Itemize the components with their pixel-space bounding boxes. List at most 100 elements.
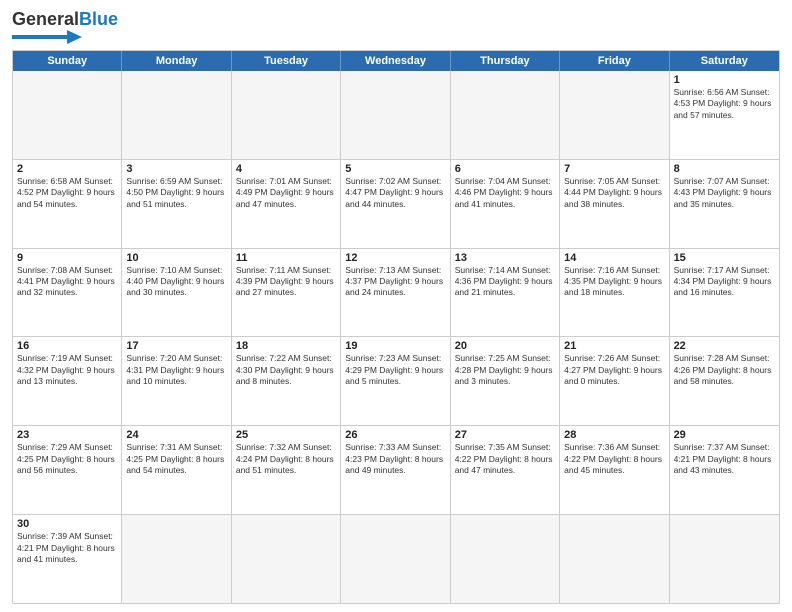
day-number: 23 (17, 429, 117, 441)
logo-blue: Blue (79, 9, 118, 29)
day-info: Sunrise: 6:58 AM Sunset: 4:52 PM Dayligh… (17, 176, 117, 210)
day-number: 2 (17, 163, 117, 175)
day-cell: 19Sunrise: 7:23 AM Sunset: 4:29 PM Dayli… (341, 337, 450, 425)
day-cell: 28Sunrise: 7:36 AM Sunset: 4:22 PM Dayli… (560, 426, 669, 514)
day-info: Sunrise: 7:05 AM Sunset: 4:44 PM Dayligh… (564, 176, 664, 210)
day-number: 12 (345, 252, 445, 264)
day-number: 30 (17, 518, 117, 530)
week-row: 2Sunrise: 6:58 AM Sunset: 4:52 PM Daylig… (13, 160, 779, 249)
day-cell (451, 71, 560, 159)
day-number: 24 (126, 429, 226, 441)
day-info: Sunrise: 7:17 AM Sunset: 4:34 PM Dayligh… (674, 265, 775, 299)
day-cell: 9Sunrise: 7:08 AM Sunset: 4:41 PM Daylig… (13, 249, 122, 337)
day-number: 16 (17, 340, 117, 352)
day-cell: 13Sunrise: 7:14 AM Sunset: 4:36 PM Dayli… (451, 249, 560, 337)
day-number: 17 (126, 340, 226, 352)
logo: GeneralBlue (12, 10, 118, 44)
day-info: Sunrise: 7:33 AM Sunset: 4:23 PM Dayligh… (345, 442, 445, 476)
day-cell: 15Sunrise: 7:17 AM Sunset: 4:34 PM Dayli… (670, 249, 779, 337)
day-cell: 11Sunrise: 7:11 AM Sunset: 4:39 PM Dayli… (232, 249, 341, 337)
day-cell (122, 71, 231, 159)
day-cell: 20Sunrise: 7:25 AM Sunset: 4:28 PM Dayli… (451, 337, 560, 425)
day-cell: 12Sunrise: 7:13 AM Sunset: 4:37 PM Dayli… (341, 249, 450, 337)
day-cell: 10Sunrise: 7:10 AM Sunset: 4:40 PM Dayli… (122, 249, 231, 337)
day-number: 29 (674, 429, 775, 441)
day-cell: 26Sunrise: 7:33 AM Sunset: 4:23 PM Dayli… (341, 426, 450, 514)
day-number: 15 (674, 252, 775, 264)
week-row: 23Sunrise: 7:29 AM Sunset: 4:25 PM Dayli… (13, 426, 779, 515)
day-number: 18 (236, 340, 336, 352)
day-number: 27 (455, 429, 555, 441)
day-cell (560, 71, 669, 159)
day-cell: 4Sunrise: 7:01 AM Sunset: 4:49 PM Daylig… (232, 160, 341, 248)
day-number: 1 (674, 74, 775, 86)
day-number: 10 (126, 252, 226, 264)
day-info: Sunrise: 7:13 AM Sunset: 4:37 PM Dayligh… (345, 265, 445, 299)
week-row: 1Sunrise: 6:56 AM Sunset: 4:53 PM Daylig… (13, 71, 779, 160)
day-info: Sunrise: 7:28 AM Sunset: 4:26 PM Dayligh… (674, 353, 775, 387)
day-number: 25 (236, 429, 336, 441)
day-number: 19 (345, 340, 445, 352)
day-headers: SundayMondayTuesdayWednesdayThursdayFrid… (13, 51, 779, 71)
day-info: Sunrise: 7:31 AM Sunset: 4:25 PM Dayligh… (126, 442, 226, 476)
day-number: 13 (455, 252, 555, 264)
day-cell: 6Sunrise: 7:04 AM Sunset: 4:46 PM Daylig… (451, 160, 560, 248)
day-number: 3 (126, 163, 226, 175)
day-cell: 22Sunrise: 7:28 AM Sunset: 4:26 PM Dayli… (670, 337, 779, 425)
day-number: 8 (674, 163, 775, 175)
day-info: Sunrise: 7:10 AM Sunset: 4:40 PM Dayligh… (126, 265, 226, 299)
week-row: 9Sunrise: 7:08 AM Sunset: 4:41 PM Daylig… (13, 249, 779, 338)
day-cell (341, 71, 450, 159)
logo-flag (12, 30, 82, 44)
day-header: Wednesday (341, 51, 450, 71)
day-info: Sunrise: 7:39 AM Sunset: 4:21 PM Dayligh… (17, 531, 117, 565)
day-info: Sunrise: 7:36 AM Sunset: 4:22 PM Dayligh… (564, 442, 664, 476)
day-cell (560, 515, 669, 603)
day-cell: 16Sunrise: 7:19 AM Sunset: 4:32 PM Dayli… (13, 337, 122, 425)
day-header: Sunday (13, 51, 122, 71)
day-number: 26 (345, 429, 445, 441)
day-cell: 14Sunrise: 7:16 AM Sunset: 4:35 PM Dayli… (560, 249, 669, 337)
day-number: 11 (236, 252, 336, 264)
day-number: 20 (455, 340, 555, 352)
page: GeneralBlue SundayMondayTuesdayWednesday… (0, 0, 792, 612)
day-info: Sunrise: 7:11 AM Sunset: 4:39 PM Dayligh… (236, 265, 336, 299)
header: GeneralBlue (12, 10, 780, 44)
day-number: 28 (564, 429, 664, 441)
day-info: Sunrise: 7:23 AM Sunset: 4:29 PM Dayligh… (345, 353, 445, 387)
day-info: Sunrise: 7:07 AM Sunset: 4:43 PM Dayligh… (674, 176, 775, 210)
day-info: Sunrise: 7:32 AM Sunset: 4:24 PM Dayligh… (236, 442, 336, 476)
week-row: 30Sunrise: 7:39 AM Sunset: 4:21 PM Dayli… (13, 515, 779, 603)
day-info: Sunrise: 7:22 AM Sunset: 4:30 PM Dayligh… (236, 353, 336, 387)
day-info: Sunrise: 7:01 AM Sunset: 4:49 PM Dayligh… (236, 176, 336, 210)
day-cell: 24Sunrise: 7:31 AM Sunset: 4:25 PM Dayli… (122, 426, 231, 514)
calendar-body: 1Sunrise: 6:56 AM Sunset: 4:53 PM Daylig… (13, 71, 779, 603)
day-info: Sunrise: 7:19 AM Sunset: 4:32 PM Dayligh… (17, 353, 117, 387)
day-info: Sunrise: 7:35 AM Sunset: 4:22 PM Dayligh… (455, 442, 555, 476)
day-cell: 5Sunrise: 7:02 AM Sunset: 4:47 PM Daylig… (341, 160, 450, 248)
day-number: 4 (236, 163, 336, 175)
day-info: Sunrise: 6:56 AM Sunset: 4:53 PM Dayligh… (674, 87, 775, 121)
week-row: 16Sunrise: 7:19 AM Sunset: 4:32 PM Dayli… (13, 337, 779, 426)
day-cell: 3Sunrise: 6:59 AM Sunset: 4:50 PM Daylig… (122, 160, 231, 248)
day-info: Sunrise: 7:04 AM Sunset: 4:46 PM Dayligh… (455, 176, 555, 210)
logo-general: General (12, 9, 79, 29)
day-number: 21 (564, 340, 664, 352)
day-info: Sunrise: 7:29 AM Sunset: 4:25 PM Dayligh… (17, 442, 117, 476)
logo-text: GeneralBlue (12, 10, 118, 30)
day-cell (122, 515, 231, 603)
day-info: Sunrise: 7:02 AM Sunset: 4:47 PM Dayligh… (345, 176, 445, 210)
day-cell: 17Sunrise: 7:20 AM Sunset: 4:31 PM Dayli… (122, 337, 231, 425)
day-number: 22 (674, 340, 775, 352)
day-header: Monday (122, 51, 231, 71)
day-header: Friday (560, 51, 669, 71)
day-info: Sunrise: 7:26 AM Sunset: 4:27 PM Dayligh… (564, 353, 664, 387)
day-number: 5 (345, 163, 445, 175)
day-number: 6 (455, 163, 555, 175)
day-cell (232, 515, 341, 603)
day-info: Sunrise: 6:59 AM Sunset: 4:50 PM Dayligh… (126, 176, 226, 210)
day-info: Sunrise: 7:20 AM Sunset: 4:31 PM Dayligh… (126, 353, 226, 387)
day-cell: 27Sunrise: 7:35 AM Sunset: 4:22 PM Dayli… (451, 426, 560, 514)
day-cell: 30Sunrise: 7:39 AM Sunset: 4:21 PM Dayli… (13, 515, 122, 603)
day-cell (341, 515, 450, 603)
